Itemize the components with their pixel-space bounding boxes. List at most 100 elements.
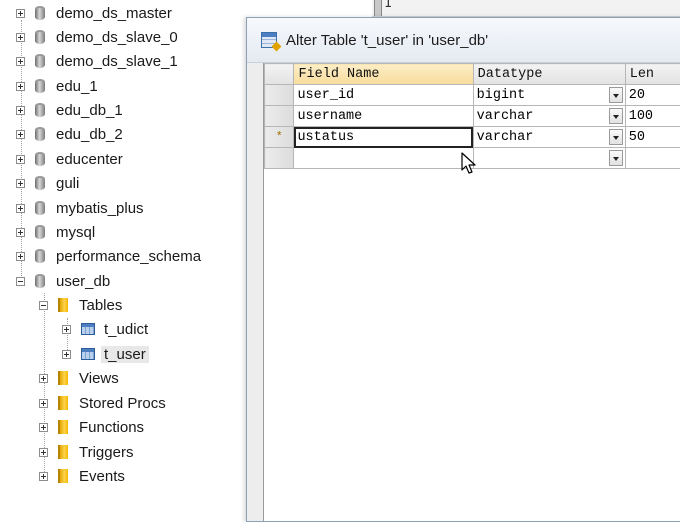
datatype-value: varchar [477, 109, 534, 124]
dropdown-arrow-icon[interactable] [609, 129, 623, 145]
table-row: username varchar 100 [265, 106, 680, 127]
tree-item-edu-1[interactable]: edu_1 [16, 75, 98, 97]
database-label: guli [56, 175, 79, 192]
tree-item-demo-ds-slave-0[interactable]: demo_ds_slave_0 [16, 26, 178, 48]
database-label: edu_1 [56, 78, 98, 95]
alter-table-icon [261, 32, 277, 48]
datatype-value: bigint [477, 88, 526, 103]
tree-item-mybatis-plus[interactable]: mybatis_plus [16, 197, 144, 219]
expand-icon[interactable] [16, 179, 25, 188]
field-name-cell-editing[interactable]: ustatus [294, 127, 473, 148]
tree-item-t-udict[interactable]: t_udict [62, 318, 148, 340]
tree-item-edu-db-2[interactable]: edu_db_2 [16, 123, 123, 145]
database-label: mysql [56, 224, 95, 241]
len-cell[interactable]: 100 [625, 106, 680, 127]
datatype-select[interactable]: varchar [474, 106, 625, 126]
tree-item-mysql[interactable]: mysql [16, 221, 95, 243]
dialog-titlebar[interactable]: Alter Table 't_user' in 'user_db' [247, 18, 680, 63]
database-label: performance_schema [56, 248, 201, 265]
column-header-datatype[interactable]: Datatype [473, 64, 625, 85]
tree-item-user-db[interactable]: user_db [16, 270, 110, 292]
expand-icon[interactable] [39, 374, 48, 383]
expand-icon[interactable] [16, 82, 25, 91]
database-label: demo_ds_master [56, 5, 172, 22]
expand-icon[interactable] [62, 350, 71, 359]
expand-icon[interactable] [62, 325, 71, 334]
expand-icon[interactable] [39, 399, 48, 408]
dropdown-arrow-icon[interactable] [609, 150, 623, 166]
field-name-value: user_id [294, 88, 472, 103]
expand-icon[interactable] [39, 423, 48, 432]
tree-item-events[interactable]: Events [39, 465, 125, 487]
expand-icon[interactable] [16, 204, 25, 213]
len-cell[interactable] [625, 148, 680, 169]
tree-item-edu-db-1[interactable]: edu_db_1 [16, 99, 123, 121]
collapse-icon[interactable] [39, 301, 48, 310]
column-header-field-name[interactable]: Field Name [294, 64, 473, 85]
database-icon [35, 54, 45, 68]
database-icon [35, 30, 45, 44]
datatype-value: varchar [477, 130, 534, 145]
table-label: t_user [101, 346, 149, 363]
folder-label: Views [79, 370, 119, 387]
column-header-len[interactable]: Len [625, 64, 680, 85]
len-cell[interactable]: 50 [625, 127, 680, 148]
field-name-value: ustatus [294, 130, 472, 145]
expand-icon[interactable] [39, 472, 48, 481]
datatype-cell[interactable]: varchar [473, 127, 625, 148]
row-header-current[interactable]: * [265, 127, 294, 148]
database-icon [35, 176, 45, 190]
query-editor-gutter: 1 [372, 0, 680, 17]
len-cell[interactable]: 20 [625, 85, 680, 106]
len-value: 20 [626, 88, 680, 103]
database-label: user_db [56, 273, 110, 290]
datatype-select[interactable]: bigint [474, 85, 625, 105]
tree-item-performance-schema[interactable]: performance_schema [16, 245, 201, 267]
folder-label: Functions [79, 419, 144, 436]
dialog-title: Alter Table 't_user' in 'user_db' [286, 32, 488, 49]
field-name-cell[interactable]: user_id [294, 85, 473, 106]
collapse-icon[interactable] [16, 277, 25, 286]
field-name-cell[interactable] [294, 148, 473, 169]
tree-item-demo-ds-master[interactable]: demo_ds_master [16, 2, 172, 24]
expand-icon[interactable] [16, 252, 25, 261]
tree-item-demo-ds-slave-1[interactable]: demo_ds_slave_1 [16, 50, 178, 72]
expand-icon[interactable] [16, 9, 25, 18]
field-name-cell[interactable]: username [294, 106, 473, 127]
database-icon [35, 127, 45, 141]
expand-icon[interactable] [16, 155, 25, 164]
tree-item-triggers[interactable]: Triggers [39, 441, 133, 463]
dropdown-arrow-icon[interactable] [609, 87, 623, 103]
database-icon [35, 103, 45, 117]
grid-header-row: Field Name Datatype Len [265, 64, 680, 85]
expand-icon[interactable] [39, 448, 48, 457]
expand-icon[interactable] [16, 33, 25, 42]
expand-icon[interactable] [16, 57, 25, 66]
tree-item-functions[interactable]: Functions [39, 416, 144, 438]
object-browser-tree: demo_ds_master demo_ds_slave_0 demo_ds_s… [0, 0, 250, 515]
database-label: edu_db_1 [56, 102, 123, 119]
datatype-select[interactable] [474, 148, 625, 168]
row-header[interactable] [265, 106, 294, 127]
tree-item-stored-procs[interactable]: Stored Procs [39, 392, 166, 414]
expand-icon[interactable] [16, 228, 25, 237]
database-icon [35, 201, 45, 215]
len-value: 50 [626, 130, 680, 145]
datatype-cell[interactable]: bigint [473, 85, 625, 106]
folder-icon [58, 445, 68, 459]
expand-icon[interactable] [16, 106, 25, 115]
editor-gutter-bar [374, 0, 382, 16]
tree-item-tables[interactable]: Tables [39, 294, 122, 316]
datatype-cell[interactable]: varchar [473, 106, 625, 127]
database-icon [35, 274, 45, 288]
row-header[interactable] [265, 148, 294, 169]
tree-item-guli[interactable]: guli [16, 172, 79, 194]
dropdown-arrow-icon[interactable] [609, 108, 623, 124]
tree-item-t-user[interactable]: t_user [62, 343, 149, 365]
tree-item-educenter[interactable]: educenter [16, 148, 123, 170]
row-header[interactable] [265, 85, 294, 106]
datatype-cell[interactable] [473, 148, 625, 169]
datatype-select[interactable]: varchar [474, 127, 625, 147]
expand-icon[interactable] [16, 130, 25, 139]
tree-item-views[interactable]: Views [39, 367, 119, 389]
